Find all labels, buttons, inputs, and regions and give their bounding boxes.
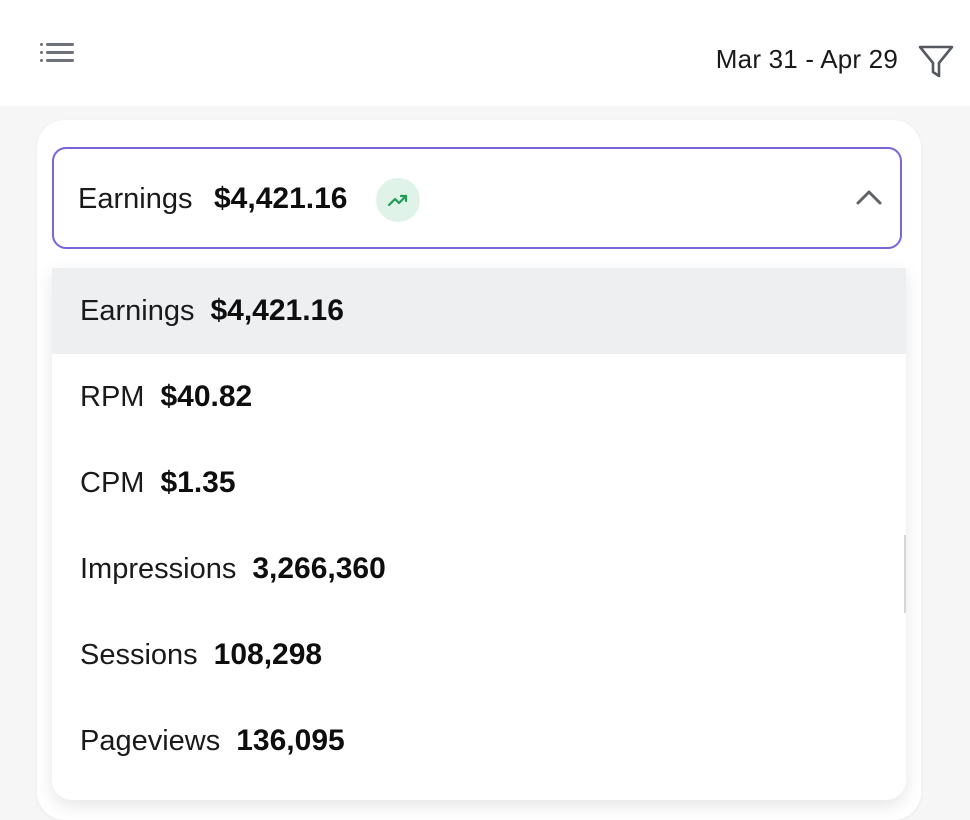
option-label: RPM <box>80 380 145 413</box>
option-label: CPM <box>80 466 145 499</box>
option-value: $4,421.16 <box>210 294 344 327</box>
option-value: 108,298 <box>213 638 323 671</box>
scrollbar[interactable] <box>904 535 906 613</box>
chevron-up-svg <box>856 190 882 205</box>
filter-funnel-icon[interactable] <box>916 42 956 82</box>
option-value: $1.35 <box>160 466 236 499</box>
option-value: $40.82 <box>160 380 253 413</box>
top-bar: Mar 31 - Apr 29 <box>0 0 970 106</box>
dropdown-option-sessions[interactable]: Sessions 108,298 <box>52 612 906 698</box>
option-label: Pageviews <box>80 724 221 757</box>
date-range-label[interactable]: Mar 31 - Apr 29 <box>716 44 898 75</box>
filter-funnel-svg <box>918 45 954 78</box>
option-value: 3,266,360 <box>252 552 386 585</box>
hamburger-menu-icon[interactable] <box>38 36 78 70</box>
option-label: Impressions <box>80 552 237 585</box>
dropdown-option-impressions[interactable]: Impressions 3,266,360 <box>52 526 906 612</box>
metric-select-value: $4,421.16 <box>214 182 348 215</box>
chevron-up-icon[interactable] <box>854 183 884 213</box>
metric-select[interactable]: Earnings $4,421.16 <box>52 147 902 249</box>
dropdown-option-cpm[interactable]: CPM $1.35 <box>52 440 906 526</box>
metric-dropdown-list: Earnings $4,421.16 RPM $40.82 CPM $1.35 … <box>52 268 906 800</box>
option-label: Sessions <box>80 638 198 671</box>
trending-up-icon <box>376 178 420 222</box>
metric-select-label: Earnings <box>78 183 193 215</box>
option-value: 136,095 <box>236 724 345 757</box>
dropdown-option-rpm[interactable]: RPM $40.82 <box>52 354 906 440</box>
dropdown-option-pageviews[interactable]: Pageviews 136,095 <box>52 698 906 784</box>
hamburger-menu-svg <box>40 43 74 62</box>
option-label: Earnings <box>80 294 195 327</box>
dropdown-option-earnings[interactable]: Earnings $4,421.16 <box>52 268 906 354</box>
trending-up-svg <box>387 194 408 207</box>
